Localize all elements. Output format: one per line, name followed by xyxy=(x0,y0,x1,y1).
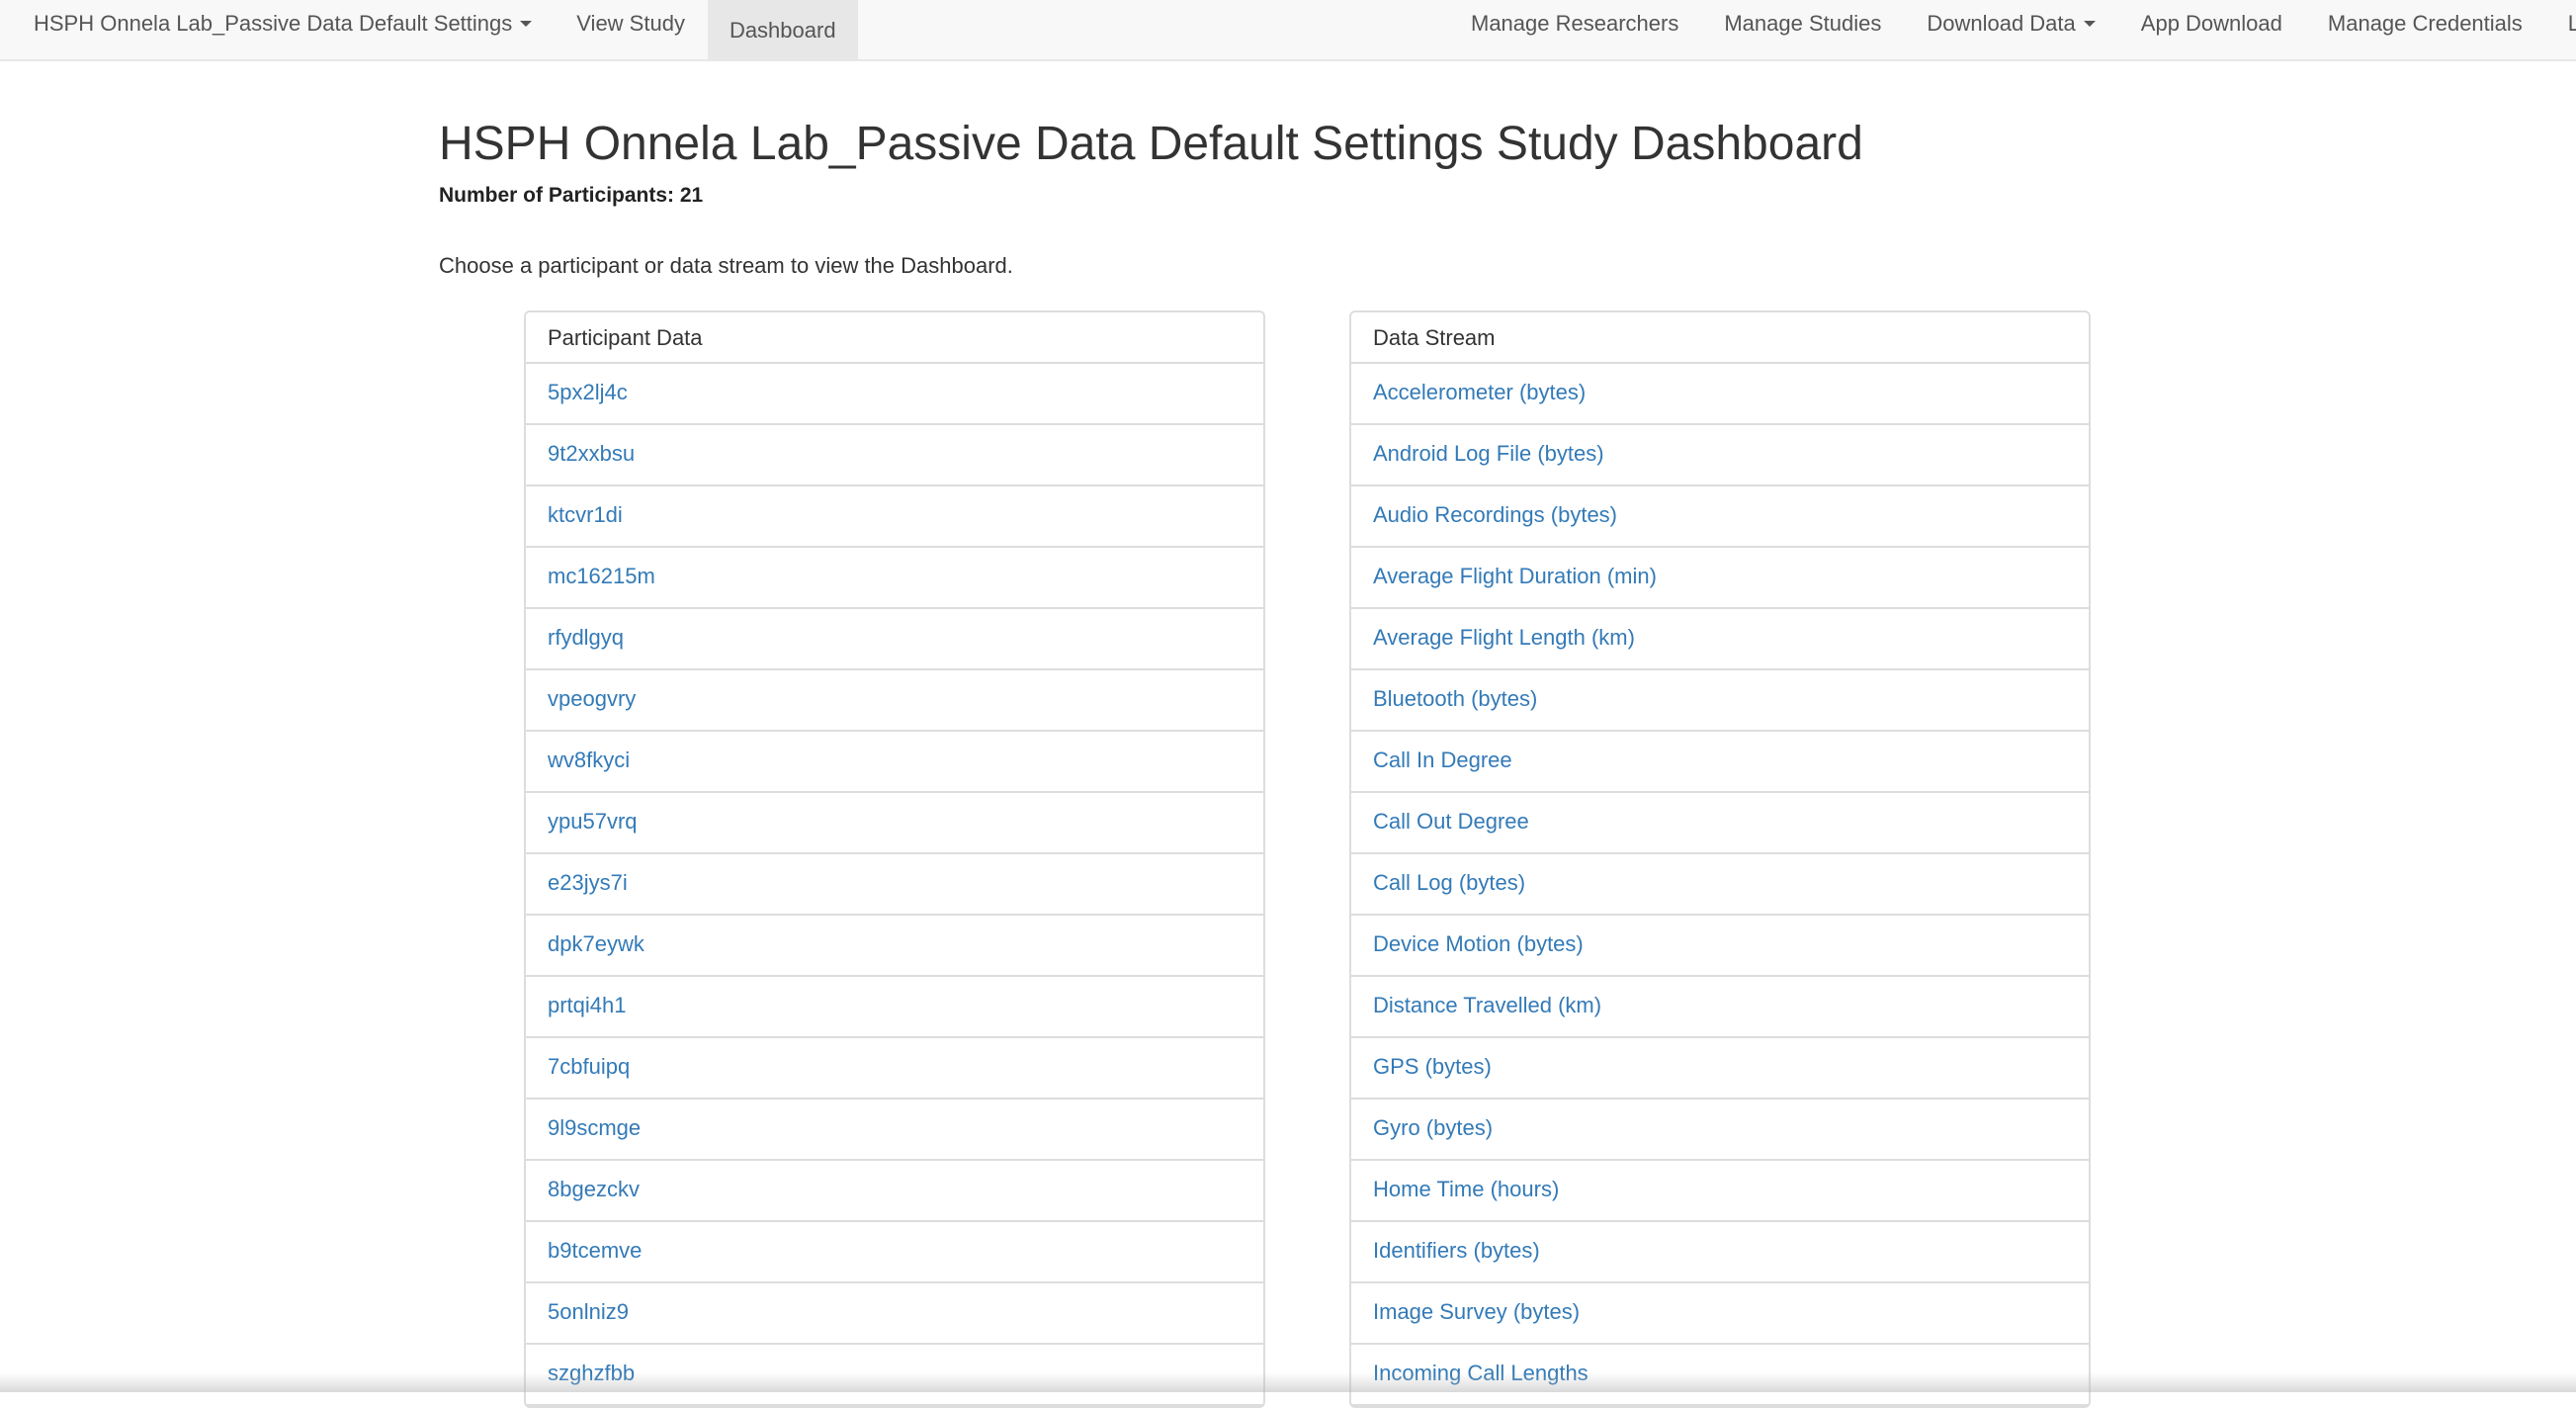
data-stream-link[interactable]: Bluetooth (bytes) xyxy=(1373,686,1537,711)
data-stream-link[interactable]: Audio Recordings (bytes) xyxy=(1373,502,1617,527)
top-navbar: HSPH Onnela Lab_Passive Data Default Set… xyxy=(0,0,2576,61)
dashboard-label: Dashboard xyxy=(729,18,836,43)
participant-row: 7cbfuipq xyxy=(526,1038,1263,1100)
participant-row: rfydlgyq xyxy=(526,609,1263,670)
data-stream-link[interactable]: Call Out Degree xyxy=(1373,809,1529,834)
data-stream-row: Call Log (bytes) xyxy=(1351,854,2089,916)
participant-link[interactable]: prtqi4h1 xyxy=(548,993,627,1017)
manage-researchers-label: Manage Researchers xyxy=(1471,11,1679,36)
participant-row: vpeogvry xyxy=(526,670,1263,732)
participant-row: 5px2lj4c xyxy=(526,364,1263,425)
logout-link[interactable]: Log O xyxy=(2545,0,2576,47)
participant-row: e23jys7i xyxy=(526,854,1263,916)
data-stream-link[interactable]: GPS (bytes) xyxy=(1373,1054,1492,1079)
manage-credentials-link[interactable]: Manage Credentials xyxy=(2305,0,2545,47)
participant-link[interactable]: 5onlniz9 xyxy=(548,1299,629,1324)
logout-label: Log O xyxy=(2568,11,2576,37)
navbar-right-group: Manage Researchers Manage Studies Downlo… xyxy=(1448,0,2576,59)
participant-row: 9l9scmge xyxy=(526,1100,1263,1161)
data-stream-row: Call In Degree xyxy=(1351,732,2089,793)
data-stream-row: Audio Recordings (bytes) xyxy=(1351,486,2089,548)
participant-row: b9tcemve xyxy=(526,1222,1263,1283)
participant-link[interactable]: 9t2xxbsu xyxy=(548,441,635,466)
participant-link[interactable]: ypu57vrq xyxy=(548,809,638,834)
data-stream-row: Call Out Degree xyxy=(1351,793,2089,854)
participant-row: ktcvr1di xyxy=(526,486,1263,548)
participant-row: ypu57vrq xyxy=(526,793,1263,854)
bottom-edge-shadow xyxy=(0,1372,2576,1392)
participant-link[interactable]: dpk7eywk xyxy=(548,931,644,956)
participant-row: mc16215m xyxy=(526,548,1263,609)
instruction-text: Choose a participant or data stream to v… xyxy=(439,253,1013,278)
participant-row: prtqi4h1 xyxy=(526,977,1263,1038)
participant-link[interactable]: b9tcemve xyxy=(548,1238,642,1263)
data-stream-heading: Data Stream xyxy=(1351,312,2089,364)
data-stream-row: Gyro (bytes) xyxy=(1351,1100,2089,1161)
participant-link[interactable]: ktcvr1di xyxy=(548,502,623,527)
data-stream-link[interactable]: Call Log (bytes) xyxy=(1373,870,1525,895)
data-stream-link[interactable]: Identifiers (bytes) xyxy=(1373,1238,1540,1263)
participant-link[interactable]: wv8fkyci xyxy=(548,748,630,772)
data-stream-link[interactable]: Call In Degree xyxy=(1373,748,1512,772)
participant-data-heading: Participant Data xyxy=(526,312,1263,364)
participant-link[interactable]: 5px2lj4c xyxy=(548,380,628,404)
participant-count: Number of Participants: 21 xyxy=(439,184,704,207)
download-data-label: Download Data xyxy=(1927,11,2076,36)
data-stream-row: Average Flight Duration (min) xyxy=(1351,548,2089,609)
navbar-left-group: HSPH Onnela Lab_Passive Data Default Set… xyxy=(0,0,858,59)
participant-row: 8bgezckv xyxy=(526,1161,1263,1222)
data-stream-link[interactable]: Gyro (bytes) xyxy=(1373,1115,1493,1140)
data-stream-list: Accelerometer (bytes) Android Log File (… xyxy=(1351,364,2089,1406)
study-selector-dropdown[interactable]: HSPH Onnela Lab_Passive Data Default Set… xyxy=(0,0,554,47)
data-stream-row: Identifiers (bytes) xyxy=(1351,1222,2089,1283)
participant-link[interactable]: vpeogvry xyxy=(548,686,636,711)
data-stream-row: Accelerometer (bytes) xyxy=(1351,364,2089,425)
download-data-dropdown[interactable]: Download Data xyxy=(1904,0,2117,47)
data-stream-row: Android Log File (bytes) xyxy=(1351,425,2089,486)
view-study-label: View Study xyxy=(576,11,685,36)
participant-link[interactable]: mc16215m xyxy=(548,564,655,588)
app-download-label: App Download xyxy=(2140,11,2282,36)
participant-link[interactable]: rfydlgyq xyxy=(548,625,624,650)
manage-studies-link[interactable]: Manage Studies xyxy=(1701,0,1904,47)
manage-researchers-link[interactable]: Manage Researchers xyxy=(1448,0,1701,47)
app-download-link[interactable]: App Download xyxy=(2118,0,2305,47)
data-stream-link[interactable]: Average Flight Duration (min) xyxy=(1373,564,1657,588)
data-stream-row: GPS (bytes) xyxy=(1351,1038,2089,1100)
view-study-link[interactable]: View Study xyxy=(554,0,708,47)
manage-credentials-label: Manage Credentials xyxy=(2327,11,2523,36)
data-stream-panel: Data Stream Accelerometer (bytes) Androi… xyxy=(1349,310,2091,1408)
data-stream-row: Bluetooth (bytes) xyxy=(1351,670,2089,732)
data-stream-link[interactable]: Accelerometer (bytes) xyxy=(1373,380,1586,404)
participant-row: 5onlniz9 xyxy=(526,1283,1263,1345)
page-title: HSPH Onnela Lab_Passive Data Default Set… xyxy=(439,118,1863,170)
data-stream-link[interactable]: Average Flight Length (km) xyxy=(1373,625,1635,650)
manage-studies-label: Manage Studies xyxy=(1724,11,1882,36)
participant-row: 9t2xxbsu xyxy=(526,425,1263,486)
data-stream-row: Average Flight Length (km) xyxy=(1351,609,2089,670)
participant-list: 5px2lj4c 9t2xxbsu ktcvr1di mc16215m rfyd… xyxy=(526,364,1263,1406)
data-stream-link[interactable]: Device Motion (bytes) xyxy=(1373,931,1584,956)
dashboard-link[interactable]: Dashboard xyxy=(707,0,858,59)
participant-link[interactable]: 8bgezckv xyxy=(548,1177,640,1201)
participant-link[interactable]: 7cbfuipq xyxy=(548,1054,630,1079)
participant-data-panel: Participant Data 5px2lj4c 9t2xxbsu ktcvr… xyxy=(524,310,1265,1408)
study-selector-label: HSPH Onnela Lab_Passive Data Default Set… xyxy=(34,11,513,36)
participant-link[interactable]: 9l9scmge xyxy=(548,1115,641,1140)
data-stream-link[interactable]: Home Time (hours) xyxy=(1373,1177,1559,1201)
participant-link[interactable]: e23jys7i xyxy=(548,870,628,895)
data-stream-link[interactable]: Distance Travelled (km) xyxy=(1373,993,1601,1017)
chevron-down-icon xyxy=(2083,21,2096,27)
chevron-down-icon xyxy=(520,21,533,27)
data-stream-link[interactable]: Android Log File (bytes) xyxy=(1373,441,1604,466)
participant-row: wv8fkyci xyxy=(526,732,1263,793)
participant-row: dpk7eywk xyxy=(526,916,1263,977)
data-stream-row: Device Motion (bytes) xyxy=(1351,916,2089,977)
data-stream-row: Distance Travelled (km) xyxy=(1351,977,2089,1038)
data-stream-row: Home Time (hours) xyxy=(1351,1161,2089,1222)
data-stream-row: Image Survey (bytes) xyxy=(1351,1283,2089,1345)
data-stream-link[interactable]: Image Survey (bytes) xyxy=(1373,1299,1580,1324)
